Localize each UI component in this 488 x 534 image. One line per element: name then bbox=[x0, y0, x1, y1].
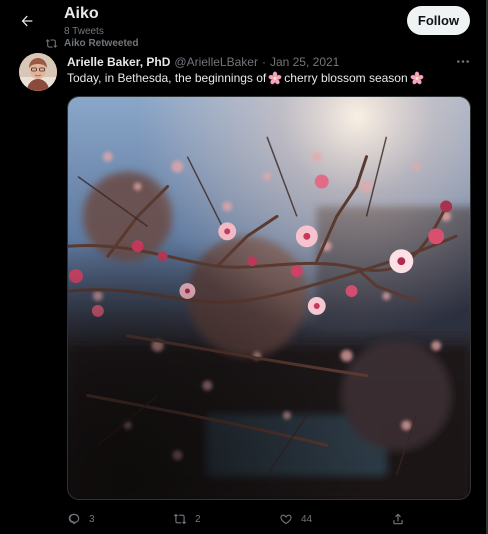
tweet-text-middle: cherry blossom season bbox=[284, 71, 408, 85]
retweet-context[interactable]: Aiko Retweeted bbox=[45, 37, 138, 50]
retweet-icon bbox=[173, 513, 187, 525]
like-button[interactable]: 44 bbox=[279, 510, 312, 528]
cherry-blossom-photo bbox=[68, 97, 470, 499]
tweet-date[interactable]: Jan 25, 2021 bbox=[270, 55, 339, 69]
reply-button[interactable]: 3 bbox=[67, 510, 95, 528]
more-icon bbox=[457, 59, 469, 63]
back-arrow-icon bbox=[21, 15, 33, 27]
avatar[interactable] bbox=[19, 53, 57, 91]
cherry-blossom-icon bbox=[410, 71, 424, 85]
tweet-photo[interactable] bbox=[67, 96, 471, 500]
author-handle[interactable]: @ArielleLBaker bbox=[174, 55, 258, 69]
reply-icon bbox=[68, 513, 80, 525]
avatar-image bbox=[19, 53, 57, 91]
tweet-count: 8 Tweets bbox=[64, 26, 104, 37]
retweet-count: 2 bbox=[195, 513, 201, 525]
tweet-text: Today, in Bethesda, the beginnings of ch… bbox=[67, 71, 424, 85]
share-button[interactable] bbox=[391, 510, 405, 528]
reply-count: 3 bbox=[89, 513, 95, 525]
back-button[interactable] bbox=[12, 6, 42, 36]
more-options-button[interactable] bbox=[452, 53, 474, 69]
like-count: 44 bbox=[301, 513, 313, 525]
tweet-author: Arielle Baker, PhD @ArielleLBaker · Jan … bbox=[67, 55, 339, 69]
share-icon bbox=[393, 513, 403, 525]
tweet-text-start: Today, in Bethesda, the beginnings of bbox=[67, 71, 267, 85]
follow-button[interactable]: Follow bbox=[407, 6, 470, 35]
retweet-icon bbox=[45, 39, 58, 48]
retweet-label: Aiko Retweeted bbox=[64, 38, 139, 49]
like-icon bbox=[280, 514, 292, 525]
tweet-actions: 3 2 44 bbox=[67, 510, 471, 528]
profile-name: Aiko bbox=[64, 5, 99, 22]
meta-separator: · bbox=[261, 55, 266, 69]
twitter-profile-timeline: Aiko 8 Tweets Follow Aiko Retweeted Arie… bbox=[0, 0, 488, 534]
cherry-blossom-icon bbox=[268, 71, 282, 85]
retweet-button[interactable]: 2 bbox=[173, 510, 201, 528]
author-name[interactable]: Arielle Baker, PhD bbox=[67, 55, 170, 69]
